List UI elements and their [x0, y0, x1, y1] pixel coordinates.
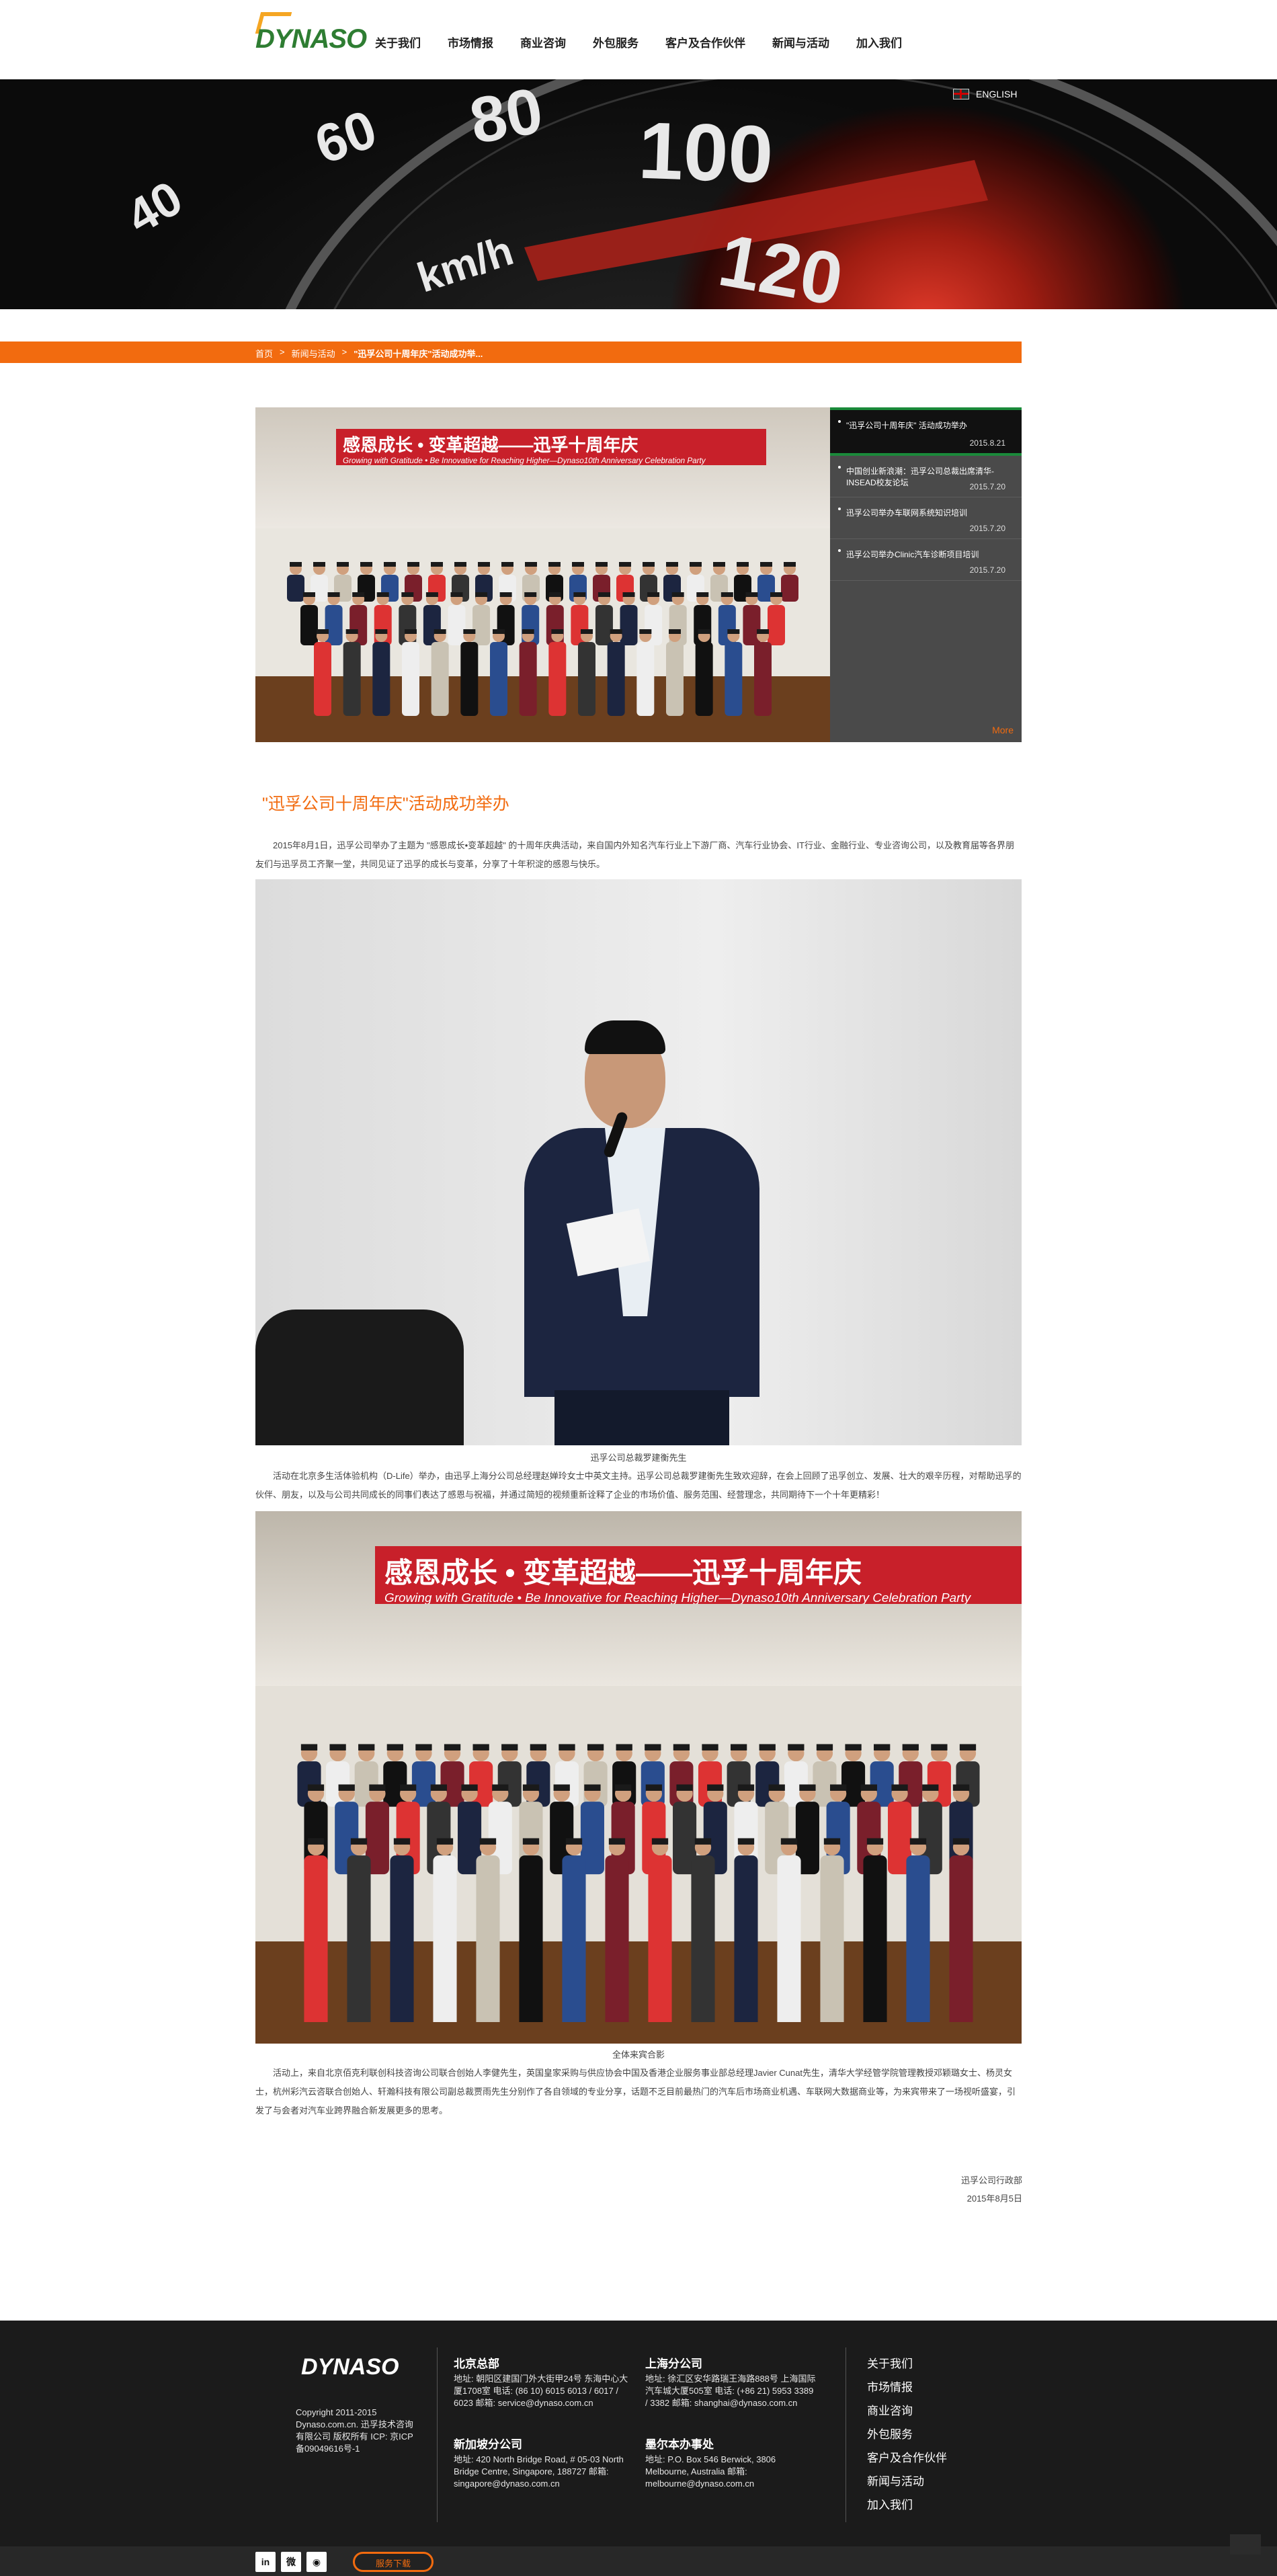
- more-link[interactable]: More: [992, 725, 1014, 735]
- article-paragraph: 活动在北京多生活体验机构（D-Life）举办，由迅孚上海分公司总经理赵婵玲女士中…: [255, 1471, 1022, 1500]
- nav-consulting[interactable]: 商业咨询: [520, 34, 566, 54]
- photo-caption: 迅孚公司总裁罗建衡先生: [590, 1453, 687, 1463]
- photo-banner: 感恩成长 • 变革超越——迅孚十周年庆 Growing with Gratitu…: [336, 429, 766, 465]
- breadcrumb-separator: >: [280, 347, 285, 357]
- footer-link-clients[interactable]: 客户及合作伙伴: [867, 2448, 947, 2465]
- breadcrumb-home[interactable]: 首页: [255, 347, 273, 360]
- footer-link-join[interactable]: 加入我们: [867, 2495, 913, 2512]
- nav-news[interactable]: 新闻与活动: [772, 34, 829, 54]
- breadcrumb-section[interactable]: 新闻与活动: [292, 347, 335, 360]
- nav-market-intel[interactable]: 市场情报: [448, 34, 493, 54]
- footer-link-consulting[interactable]: 商业咨询: [867, 2401, 913, 2418]
- gallery-news-list: "迅孚公司十周年庆" 活动成功举办 2015.8.21 中国创业新浪潮：迅孚公司…: [830, 407, 1022, 742]
- bullet-icon: [838, 508, 841, 510]
- speaker-trousers: [554, 1390, 729, 1445]
- photo-banner-en: Growing with Gratitude • Be Innovative f…: [384, 1591, 971, 1604]
- footer-link-outsourcing[interactable]: 外包服务: [867, 2425, 913, 2442]
- office-name: 墨尔本办事处: [645, 2438, 714, 2451]
- office-address: 地址: 420 North Bridge Road, # 05-03 North…: [454, 2454, 624, 2489]
- footer-link-about[interactable]: 关于我们: [867, 2354, 913, 2371]
- article-title: "迅孚公司十周年庆"活动成功举办: [262, 795, 509, 813]
- office-address: 地址: 朝阳区建国门外大街甲24号 东海中心大厦1708室 电话: (86 10…: [454, 2374, 628, 2408]
- site-header: DYNASO 关于我们 市场情报 商业咨询 外包服务 客户及合作伙伴 新闻与活动…: [0, 0, 1277, 79]
- gallery-item[interactable]: 迅孚公司举办车联网系统知识培训 2015.7.20: [830, 497, 1022, 539]
- gallery-item[interactable]: 中国创业新浪潮：迅孚公司总裁出席清华-INSEAD校友论坛 2015.7.20: [830, 456, 1022, 497]
- photo-banner: 感恩成长 • 变革超越——迅孚十周年庆 Growing with Gratitu…: [375, 1546, 1022, 1604]
- footer-logo[interactable]: DYNASO: [301, 2354, 399, 2380]
- photo-banner-cn: 感恩成长 • 变革超越——迅孚十周年庆: [384, 1557, 862, 1588]
- main-nav: 关于我们 市场情报 商业咨询 外包服务 客户及合作伙伴 新闻与活动 加入我们: [375, 34, 929, 54]
- breadcrumb: 首页 > 新闻与活动 > "迅孚公司十周年庆"活动成功举...: [255, 347, 483, 360]
- bullet-icon: [838, 420, 841, 423]
- dial-number: 80: [464, 79, 548, 158]
- uk-flag-icon: [953, 89, 969, 99]
- gallery-item-date: 2015.7.20: [969, 565, 1005, 575]
- bullet-icon: [838, 466, 841, 469]
- breadcrumb-bar: 首页 > 新闻与活动 > "迅孚公司十周年庆"活动成功举...: [0, 341, 1022, 363]
- nav-clients[interactable]: 客户及合作伙伴: [665, 34, 745, 54]
- speaker-hair: [585, 1020, 665, 1054]
- breadcrumb-current: "迅孚公司十周年庆"活动成功举...: [354, 349, 483, 359]
- linkedin-icon[interactable]: in: [255, 2552, 276, 2572]
- crowd-image: [297, 1744, 980, 2022]
- photo-banner-en: Growing with Gratitude • Be Innovative f…: [343, 456, 706, 465]
- photo-caption: 全体来宾合影: [612, 2050, 665, 2060]
- language-label: ENGLISH: [976, 89, 1018, 99]
- gallery-item-date: 2015.8.21: [969, 438, 1005, 448]
- gallery-photo[interactable]: 感恩成长 • 变革超越——迅孚十周年庆 Growing with Gratitu…: [255, 407, 830, 742]
- weibo-icon[interactable]: ◉: [306, 2552, 327, 2572]
- language-switch[interactable]: ENGLISH: [953, 89, 1017, 99]
- dial-number: 100: [636, 105, 775, 200]
- footer-divider: [437, 2347, 438, 2522]
- crowd-image: [287, 562, 798, 716]
- gallery-item-date: 2015.7.20: [969, 482, 1005, 491]
- bullet-icon: [838, 549, 841, 552]
- nav-join[interactable]: 加入我们: [856, 34, 902, 54]
- footer-link-news[interactable]: 新闻与活动: [867, 2472, 924, 2489]
- logo-text: DYNASO: [255, 24, 367, 54]
- group-photo[interactable]: 感恩成长 • 变革超越——迅孚十周年庆 Growing with Gratitu…: [255, 1511, 1022, 2044]
- office-name: 北京总部: [454, 2358, 499, 2370]
- service-download-button[interactable]: 服务下载: [353, 2552, 434, 2572]
- office-name: 新加坡分公司: [454, 2438, 522, 2451]
- site-footer: DYNASO Copyright 2011-2015 Dynaso.com.cn…: [0, 2321, 1277, 2546]
- article-signature: 迅孚公司行政部: [960, 2175, 1022, 2185]
- hero-banner: 60 80 100 40 120 km/h: [0, 79, 1277, 309]
- office-name: 上海分公司: [645, 2358, 702, 2370]
- gallery-item-title: 迅孚公司举办Clinic汽车诊断项目培训: [846, 550, 979, 559]
- footer-link-market-intel[interactable]: 市场情报: [867, 2378, 913, 2394]
- gallery-item[interactable]: 迅孚公司举办Clinic汽车诊断项目培训 2015.7.20: [830, 539, 1022, 581]
- breadcrumb-separator: >: [341, 347, 347, 357]
- chair-shape: [255, 1310, 464, 1445]
- nav-outsourcing[interactable]: 外包服务: [593, 34, 638, 54]
- gallery-item-title: 迅孚公司举办车联网系统知识培训: [846, 508, 968, 518]
- footer-copyright: Copyright 2011-2015 Dynaso.com.cn. 迅孚技术咨…: [296, 2407, 413, 2454]
- nav-about[interactable]: 关于我们: [375, 34, 421, 54]
- gallery-item-date: 2015.7.20: [969, 524, 1005, 533]
- wechat-icon[interactable]: 微: [281, 2552, 301, 2572]
- article-date: 2015年8月5日: [966, 2193, 1022, 2204]
- article-paragraph: 2015年8月1日，迅孚公司举办了主题为 "感恩成长•变革超越" 的十周年庆典活…: [255, 840, 1014, 869]
- back-to-top-button[interactable]: [1230, 2534, 1261, 2554]
- gallery-item-title: "迅孚公司十周年庆" 活动成功举办: [846, 421, 967, 430]
- gallery-item[interactable]: "迅孚公司十周年庆" 活动成功举办 2015.8.21: [830, 407, 1022, 456]
- footer-bottom-bar: [0, 2546, 1277, 2576]
- speaker-photo[interactable]: [255, 879, 1022, 1445]
- office-address: 地址: 徐汇区安华路瑞王海路888号 上海国际汽车城大厦505室 电话: (+8…: [645, 2374, 816, 2408]
- article-paragraph: 活动上，来自北京佰克利联创科技咨询公司联合创始人李健先生，英国皇家采购与供应协会…: [255, 2068, 1016, 2116]
- office-address: 地址: P.O. Box 546 Berwick, 3806 Melbourne…: [645, 2454, 776, 2489]
- photo-banner-cn: 感恩成长 • 变革超越——迅孚十周年庆: [343, 435, 638, 455]
- dynaso-logo[interactable]: DYNASO: [255, 9, 367, 63]
